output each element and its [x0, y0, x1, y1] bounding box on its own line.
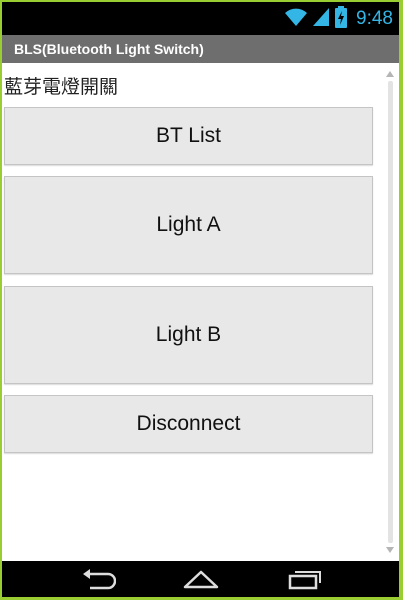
- scroll-up-arrow-icon[interactable]: [386, 71, 394, 77]
- device-frame: 9:48 BLS(Bluetooth Light Switch) 藍芽電燈開關 …: [2, 2, 399, 597]
- battery-charging-icon: [334, 6, 348, 32]
- bt-list-button[interactable]: BT List: [4, 107, 373, 165]
- status-time: 9:48: [356, 8, 393, 29]
- wifi-icon: [284, 7, 308, 31]
- main-content: 藍芽電燈開關 BT List Light A Light B Disconnec…: [2, 63, 399, 561]
- disconnect-button[interactable]: Disconnect: [4, 395, 373, 453]
- scroll-down-arrow-icon[interactable]: [386, 547, 394, 553]
- app-title: BLS(Bluetooth Light Switch): [14, 41, 204, 57]
- navigation-bar: [2, 561, 399, 597]
- status-icons: 9:48: [284, 6, 393, 32]
- page-heading: 藍芽電燈開關: [4, 76, 119, 98]
- light-a-button[interactable]: Light A: [4, 176, 373, 274]
- home-icon[interactable]: [182, 567, 220, 595]
- status-bar: 9:48: [2, 2, 399, 35]
- scroll-track[interactable]: [388, 81, 393, 543]
- light-b-button[interactable]: Light B: [4, 286, 373, 384]
- signal-icon: [312, 7, 330, 31]
- recent-apps-icon[interactable]: [287, 567, 323, 595]
- back-icon[interactable]: [80, 567, 117, 595]
- scrollbar[interactable]: [384, 67, 396, 557]
- app-title-bar: BLS(Bluetooth Light Switch): [2, 35, 399, 63]
